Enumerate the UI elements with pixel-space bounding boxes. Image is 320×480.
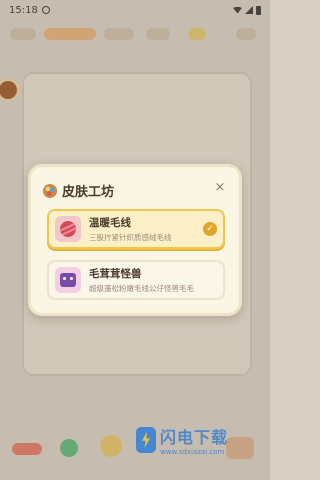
palette-icon — [43, 183, 57, 198]
option-name: 温暖毛线 — [89, 217, 131, 229]
dialog-header: 皮肤工坊 — [43, 181, 114, 200]
watermark: 闪电下载 www.sdxiazai.com — [136, 424, 228, 456]
dialog-title: 皮肤工坊 — [62, 185, 115, 200]
skin-option-fluffy-monster[interactable]: 毛茸茸怪兽 超级蓬松粉嫩毛线公仔怪兽毛毛 — [47, 260, 225, 300]
monster-icon — [55, 267, 81, 293]
watermark-url: www.sdxiazai.com — [160, 448, 225, 456]
skin-option-warm-yarn[interactable]: 温暖毛线 三股拧紧针织质感绒毛线 ✓ — [47, 209, 225, 249]
close-button[interactable]: × — [213, 181, 227, 195]
lightning-logo-icon — [136, 427, 156, 453]
option-description: 三股拧紧针织质感绒毛线 — [89, 233, 172, 242]
option-name: 毛茸茸怪兽 — [89, 268, 142, 280]
yarn-ball-icon — [55, 216, 81, 242]
option-description: 超级蓬松粉嫩毛线公仔怪兽毛毛 — [89, 284, 194, 293]
watermark-title: 闪电下载 — [160, 428, 229, 447]
skin-workshop-dialog: 皮肤工坊 × 温暖毛线 三股拧紧针织质感绒毛线 ✓ 毛茸茸怪兽 超级蓬松粉嫩毛线… — [28, 164, 242, 316]
selected-check-icon: ✓ — [203, 222, 217, 236]
